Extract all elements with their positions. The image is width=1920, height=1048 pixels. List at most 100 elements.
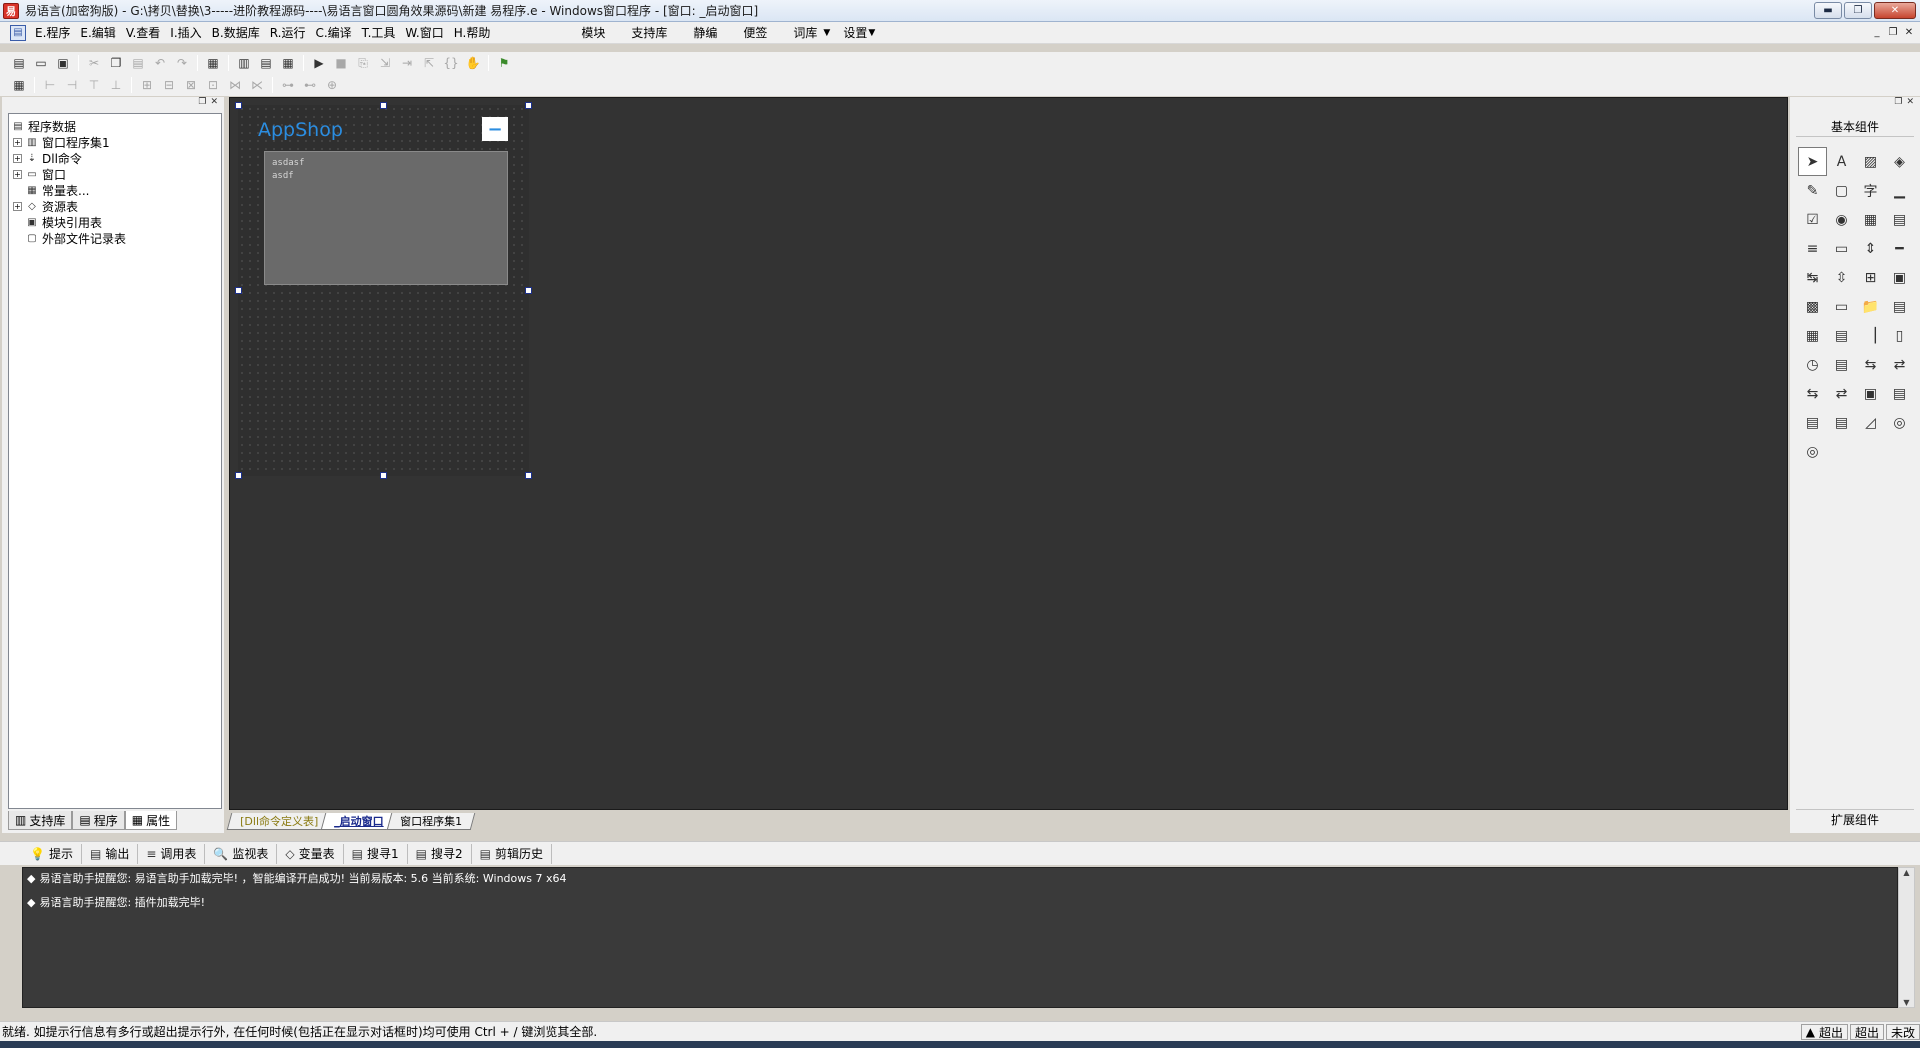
menu-run[interactable]: R.运行 (265, 22, 311, 44)
tab-icon[interactable]: ⊞ (1856, 263, 1885, 292)
menu-program[interactable]: E.程序 (30, 22, 75, 44)
minimize-button[interactable]: ▬ (1814, 2, 1842, 19)
panel-restore-icon[interactable]: ❐ (198, 97, 206, 111)
run-icon[interactable]: ▶ (308, 53, 330, 73)
step-out-icon[interactable]: ⇱ (418, 53, 440, 73)
align-left-icon[interactable]: ⊢ (39, 75, 61, 95)
chart-icon[interactable]: ◿ (1856, 408, 1885, 437)
tab-variables[interactable]: ◇ 变量表 (277, 843, 344, 864)
copy-icon[interactable]: ❐ (105, 53, 127, 73)
menu-window[interactable]: W.窗口 (400, 22, 448, 44)
space-v-icon[interactable]: ⋉ (246, 75, 268, 95)
resize-handle[interactable] (380, 102, 387, 109)
form-canvas[interactable]: AppShop − asdasf asdf (238, 105, 529, 476)
tree-item-resources[interactable]: + ◇ 资源表 (9, 198, 221, 214)
odbc-icon[interactable]: ◎ (1885, 408, 1914, 437)
panel-icon[interactable]: ▣ (1856, 379, 1885, 408)
tree-item-module-refs[interactable]: ▣ 模块引用表 (9, 214, 221, 230)
edit-icon[interactable]: ✎ (1798, 176, 1827, 205)
wordlib-dropdown-icon[interactable]: ▼ (823, 28, 830, 38)
grid-toggle-icon[interactable]: ▦ (8, 75, 30, 95)
font-icon[interactable]: 字 (1856, 176, 1885, 205)
step-icon[interactable]: ⎘ (352, 53, 374, 73)
vscroll-icon[interactable]: ⇳ (1827, 263, 1856, 292)
image-icon[interactable]: ▨ (1856, 147, 1885, 176)
menu-insert[interactable]: I.插入 (165, 22, 206, 44)
client-icon[interactable]: ⇆ (1798, 379, 1827, 408)
open-folder-icon[interactable]: ▭ (30, 53, 52, 73)
layout-top-icon[interactable]: ▤ (255, 53, 277, 73)
scroll-up-icon[interactable]: ▲ (1903, 868, 1909, 877)
menu-settings[interactable]: 设置 (838, 22, 872, 44)
tab-dll-definitions[interactable]: [Dll命令定义表] (226, 813, 332, 830)
table-icon[interactable]: ▦ (1798, 321, 1827, 350)
db-icon[interactable]: ▤ (1798, 408, 1827, 437)
radio-icon[interactable]: ◉ (1827, 205, 1856, 234)
center-form-v-icon[interactable]: ⊷ (299, 75, 321, 95)
run-to-cursor-icon[interactable]: {} (440, 53, 462, 73)
hscroll-icon[interactable]: ↹ (1798, 263, 1827, 292)
panel-close-icon[interactable]: ✕ (1906, 97, 1914, 111)
tree-item-constants[interactable]: ▦ 常量表... (9, 182, 221, 198)
tree-item-program-data[interactable]: ▤ 程序数据 (9, 118, 221, 134)
resize-handle[interactable] (380, 472, 387, 479)
tab-support-lib[interactable]: ▥ 支持库 (8, 811, 73, 830)
output-scrollbar[interactable]: ▲ ▼ (1898, 867, 1915, 1008)
redo-icon[interactable]: ↷ (171, 53, 193, 73)
menu-database[interactable]: B.数据库 (207, 22, 265, 44)
align-bottom-icon[interactable]: ⊥ (105, 75, 127, 95)
panel-close-icon[interactable]: ✕ (210, 97, 218, 111)
space-h-icon[interactable]: ⋈ (224, 75, 246, 95)
resize-handle[interactable] (235, 472, 242, 479)
align-right-icon[interactable]: ⊣ (61, 75, 83, 95)
center-form-icon[interactable]: ⊕ (321, 75, 343, 95)
container-icon[interactable]: ▤ (1885, 379, 1914, 408)
pointer-icon[interactable]: ➤ (1798, 147, 1827, 176)
menu-notes[interactable]: 便签 (733, 22, 777, 44)
panel-restore-icon[interactable]: ❐ (1894, 97, 1902, 111)
scroll-down-icon[interactable]: ▼ (1903, 998, 1909, 1007)
menu-edit[interactable]: E.编辑 (75, 22, 120, 44)
same-height-icon[interactable]: ⊡ (202, 75, 224, 95)
resize-handle[interactable] (525, 287, 532, 294)
menu-static-compile[interactable]: 静编 (683, 22, 727, 44)
tab-hint[interactable]: 💡 提示 (22, 843, 82, 864)
center-v-icon[interactable]: ⊟ (158, 75, 180, 95)
line-icon[interactable]: ▁ (1885, 176, 1914, 205)
grid-icon[interactable]: ▦ (1856, 205, 1885, 234)
step-over-icon[interactable]: ⇥ (396, 53, 418, 73)
expand-icon[interactable]: + (13, 153, 22, 163)
paste-icon[interactable]: ▤ (127, 53, 149, 73)
server-icon[interactable]: ⇄ (1827, 379, 1856, 408)
calendar-icon[interactable]: ▩ (1798, 292, 1827, 321)
tab-output[interactable]: ▤ 输出 (82, 843, 139, 864)
center-form-h-icon[interactable]: ⊶ (277, 75, 299, 95)
undo-icon[interactable]: ↶ (149, 53, 171, 73)
file-icon[interactable]: ▤ (1885, 292, 1914, 321)
menu-support-lib[interactable]: 支持库 (621, 22, 677, 44)
menu-help[interactable]: H.帮助 (449, 22, 496, 44)
tab-search1[interactable]: ▤ 搜寻1 (344, 843, 408, 864)
folder-icon[interactable]: 📁 (1856, 292, 1885, 321)
odbc2-icon[interactable]: ◎ (1798, 437, 1827, 466)
frame-icon[interactable]: ▣ (1885, 263, 1914, 292)
program-menu-icon[interactable]: ▤ (10, 24, 26, 41)
slider-icon[interactable]: ━ (1885, 234, 1914, 263)
net2-icon[interactable]: ⇄ (1885, 350, 1914, 379)
expand-icon[interactable]: + (13, 201, 22, 211)
list-icon[interactable]: ▤ (1885, 205, 1914, 234)
output-panel[interactable]: ◆ 易语言助手提醒您: 易语言助手加载完毕! ，智能编译开启成功! 当前易版本: … (22, 867, 1898, 1008)
dbgrid-icon[interactable]: ▤ (1827, 408, 1856, 437)
printer2-icon[interactable]: ▤ (1827, 350, 1856, 379)
combo-icon[interactable]: ▭ (1827, 292, 1856, 321)
tab-start-window[interactable]: _启动窗口 (320, 813, 397, 830)
menu-compile[interactable]: C.编译 (310, 22, 356, 44)
mdi-close-button[interactable]: ✕ (1902, 25, 1916, 39)
tab-program[interactable]: ▤ 程序 (72, 811, 125, 830)
label-icon[interactable]: A (1827, 147, 1856, 176)
appshop-label[interactable]: AppShop (258, 119, 343, 141)
helper-icon[interactable]: ⚑ (493, 53, 515, 73)
timer-icon[interactable]: ◷ (1798, 350, 1827, 379)
mdi-minimize-button[interactable]: _ (1870, 25, 1884, 39)
extended-components-title[interactable]: 扩展组件 (1796, 809, 1914, 829)
